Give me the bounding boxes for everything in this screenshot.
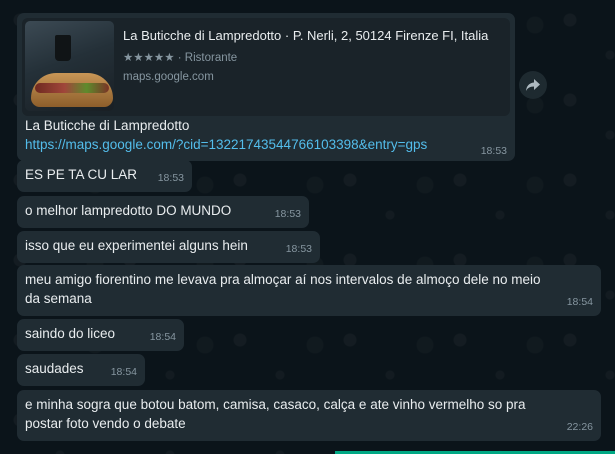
preview-rating: ★★★★★ · Ristorante (123, 50, 237, 64)
maps-link[interactable]: https://maps.google.com/?cid=13221743544… (25, 135, 427, 154)
thumbnail-filling (35, 83, 109, 93)
message-bubble[interactable]: ES PE TA CU LAR 18:53 (17, 160, 192, 192)
rating-stars: ★★★★★ (123, 52, 175, 64)
message-bubble[interactable]: o melhor lampredotto DO MUNDO 18:53 (17, 196, 309, 228)
message-time: 18:54 (149, 331, 176, 343)
message-time: 18:53 (285, 243, 312, 255)
message-time: 18:54 (566, 296, 593, 308)
preview-thumbnail (25, 21, 114, 111)
link-preview-card[interactable]: La Buticche di Lampredotto · P. Nerli, 2… (22, 18, 510, 116)
message-bubble[interactable]: meu amigo fiorentino me levava pra almoç… (17, 265, 601, 316)
message-time: 18:53 (480, 145, 507, 157)
message-time: 18:54 (110, 366, 137, 378)
preview-category: · Ristorante (177, 52, 238, 64)
preview-domain: maps.google.com (123, 71, 214, 83)
link-preview-message[interactable]: La Buticche di Lampredotto · P. Nerli, 2… (17, 13, 515, 161)
message-bubble[interactable]: saudades 18:54 (17, 354, 145, 386)
message-text: isso que eu experimentei alguns hein (25, 238, 248, 253)
message-bubble[interactable]: e minha sogra que botou batom, camisa, c… (17, 390, 601, 441)
place-name: La Buticche di Lampredotto (25, 118, 190, 133)
message-text: o melhor lampredotto DO MUNDO (25, 203, 232, 218)
message-time: 18:53 (157, 172, 184, 184)
message-text: meu amigo fiorentino me levava pra almoç… (25, 272, 545, 306)
link-message-text: La Buticche di Lampredotto https://maps.… (25, 116, 427, 154)
message-time: 22:26 (566, 421, 593, 433)
message-bubble[interactable]: isso que eu experimentei alguns hein 18:… (17, 231, 320, 263)
forward-button[interactable] (519, 71, 547, 99)
message-bubble[interactable]: saindo do liceo 18:54 (17, 319, 184, 351)
forward-arrow-icon (526, 79, 540, 91)
message-text: e minha sogra que botou batom, camisa, c… (25, 397, 530, 431)
message-time: 18:53 (274, 208, 301, 220)
thumbnail-cup (55, 35, 71, 61)
preview-title: La Buticche di Lampredotto · P. Nerli, 2… (123, 28, 489, 43)
